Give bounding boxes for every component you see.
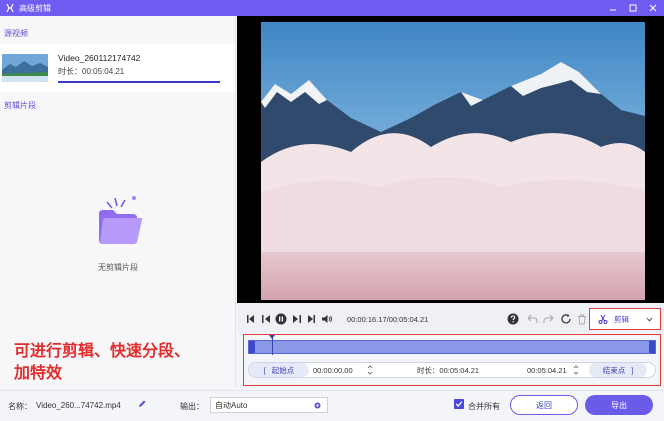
output-label: 输出： <box>180 402 204 411</box>
source-thumbnail <box>2 54 48 82</box>
step-back-icon[interactable] <box>261 313 271 325</box>
undo-icon[interactable] <box>526 313 538 325</box>
previous-frame-icon[interactable] <box>246 313 256 325</box>
window-title: 高级剪辑 <box>19 3 51 13</box>
set-end-button[interactable]: 结束点] <box>589 363 647 377</box>
name-label: 名称： <box>8 402 32 411</box>
source-video-item[interactable]: Video_260112174742 时长：00:05:04.21 <box>0 44 234 92</box>
end-time-stepper[interactable] <box>573 364 579 376</box>
merge-all-checkbox[interactable] <box>454 399 464 409</box>
output-format-value: 自动Auto <box>215 400 248 410</box>
volume-icon[interactable] <box>321 313 333 325</box>
annotation-line-2: 加特效 <box>14 363 63 382</box>
minimize-icon[interactable] <box>608 3 618 13</box>
source-section-label: 源视频 <box>4 29 28 38</box>
annotation-text: 可进行剪辑、快速分段、 加特效 <box>14 340 190 384</box>
help-icon[interactable] <box>507 313 519 325</box>
empty-clips-text: 无剪辑片段 <box>98 263 138 272</box>
source-name: Video_260112174742 <box>58 53 141 63</box>
player-controls: 00:00:16.17/00:05:04.21 剪辑 <box>237 303 664 333</box>
duration-field: 时长：00:05:04.21 <box>416 365 480 375</box>
step-forward-icon[interactable] <box>292 313 302 325</box>
next-frame-icon[interactable] <box>306 313 316 325</box>
start-time-field[interactable]: 00:00:00.00 <box>309 363 367 377</box>
title-bar: 高级剪辑 <box>0 0 664 16</box>
back-button[interactable]: 返回 <box>510 395 578 415</box>
redo-icon[interactable] <box>543 313 555 325</box>
window-controls <box>608 0 658 16</box>
end-time-field[interactable]: 00:05:04.21 <box>523 363 573 377</box>
export-button[interactable]: 导出 <box>585 395 653 415</box>
empty-clips-state: 无剪辑片段 <box>0 192 236 273</box>
timeline-track[interactable] <box>248 340 656 354</box>
edit-name-icon[interactable] <box>138 399 147 410</box>
output-format-select[interactable]: 自动Auto <box>210 397 328 413</box>
track-start-handle[interactable] <box>249 341 255 353</box>
edit-mode-label: 剪辑 <box>614 314 629 324</box>
delete-icon[interactable] <box>577 313 587 325</box>
timeline-panel: [起始点 00:00:00.00 时长：00:05:04.21 00:05:04… <box>243 334 661 386</box>
close-icon[interactable] <box>648 3 658 13</box>
settings-gear-icon[interactable] <box>313 401 322 410</box>
video-player[interactable] <box>237 16 664 303</box>
folder-icon <box>83 196 153 258</box>
chevron-down-icon <box>646 317 653 322</box>
file-name: Video_260...74742.mp4 <box>36 401 121 410</box>
app-logo-icon <box>5 3 15 13</box>
source-progress-bar <box>58 81 220 83</box>
left-panel: 源视频 Video_260112174742 时长：00:05:04.21 剪辑… <box>0 16 236 388</box>
video-preview <box>261 22 645 300</box>
maximize-icon[interactable] <box>628 3 638 13</box>
playhead-line[interactable] <box>272 337 273 355</box>
scissors-icon <box>598 314 608 324</box>
source-duration: 时长：00:05:04.21 <box>58 67 125 76</box>
edit-mode-dropdown[interactable]: 剪辑 <box>589 308 661 330</box>
set-start-button[interactable]: [起始点 <box>249 363 309 377</box>
clips-section-label: 剪辑片段 <box>4 101 36 110</box>
pause-icon[interactable] <box>275 313 287 325</box>
range-controls: [起始点 00:00:00.00 时长：00:05:04.21 00:05:04… <box>248 362 656 378</box>
time-readout: 00:00:16.17/00:05:04.21 <box>347 315 429 324</box>
track-end-handle[interactable] <box>649 341 655 353</box>
annotation-line-1: 可进行剪辑、快速分段、 <box>14 341 191 360</box>
merge-all-label: 合并所有 <box>468 402 500 411</box>
refresh-icon[interactable] <box>560 313 572 325</box>
bottom-bar: 名称： Video_260...74742.mp4 输出： 自动Auto 合并所… <box>0 390 664 421</box>
